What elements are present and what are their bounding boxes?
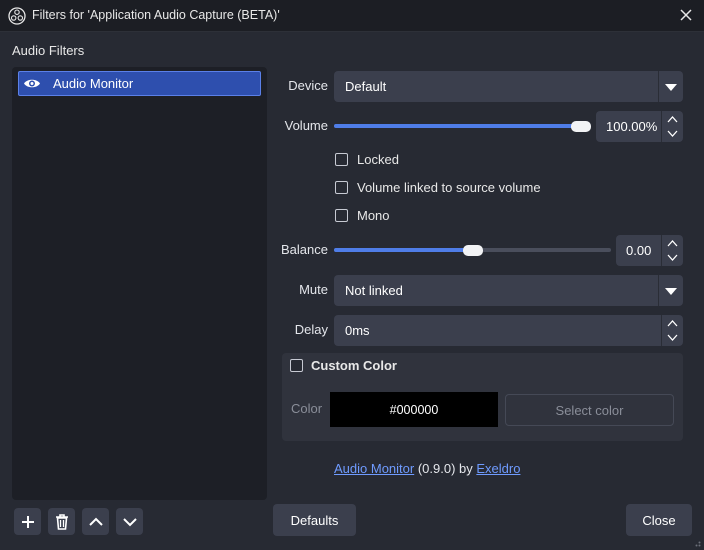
spin-down-icon[interactable]: [667, 334, 678, 341]
balance-label: Balance: [281, 242, 328, 257]
spin-controls: [661, 315, 683, 346]
checkbox-box[interactable]: [290, 359, 303, 372]
slider-fill: [334, 248, 473, 252]
dropdown-separator: [658, 71, 659, 102]
delay-spinbox[interactable]: 0ms: [334, 315, 683, 346]
move-down-button[interactable]: [116, 508, 143, 535]
balance-spinbox[interactable]: 0.00: [616, 235, 683, 266]
slider-handle[interactable]: [463, 245, 483, 256]
locked-label: Locked: [357, 152, 399, 167]
close-button[interactable]: Close: [626, 504, 692, 536]
spin-down-icon[interactable]: [667, 254, 678, 261]
dropdown-separator: [658, 275, 659, 306]
balance-slider[interactable]: [334, 240, 611, 260]
spin-up-icon[interactable]: [667, 240, 678, 247]
slider-fill: [334, 124, 581, 128]
custom-color-label: Custom Color: [311, 358, 397, 373]
device-value: Default: [345, 79, 387, 94]
move-up-button[interactable]: [82, 508, 109, 535]
checkbox-box[interactable]: [335, 181, 348, 194]
locked-checkbox[interactable]: Locked: [335, 152, 535, 170]
mute-dropdown[interactable]: Not linked: [334, 275, 683, 306]
custom-color-group: Custom Color Color #000000 Select color: [282, 353, 683, 441]
checkbox-box[interactable]: [335, 209, 348, 222]
delay-value[interactable]: 0ms: [345, 323, 370, 338]
plugin-link[interactable]: Audio Monitor: [334, 461, 414, 476]
window-title: Filters for 'Application Audio Capture (…: [32, 8, 280, 22]
volume-label: Volume: [284, 118, 328, 133]
plugin-version: (0.9.0) by: [414, 461, 477, 476]
plugin-credit: Audio Monitor (0.9.0) by Exeldro: [334, 461, 520, 476]
title-bar: Filters for 'Application Audio Capture (…: [0, 0, 704, 32]
add-filter-button[interactable]: [14, 508, 41, 535]
trash-icon: [55, 514, 68, 530]
balance-value[interactable]: 0.00: [626, 243, 651, 258]
delay-label: Delay: [294, 322, 328, 337]
checkbox-box[interactable]: [335, 153, 348, 166]
device-dropdown[interactable]: Default: [334, 71, 683, 102]
filter-list[interactable]: Audio Monitor: [12, 67, 267, 500]
spin-up-icon[interactable]: [667, 320, 678, 327]
chevron-down-icon: [122, 517, 137, 526]
plus-icon: [21, 515, 34, 528]
mute-label: Mute: [299, 282, 328, 297]
custom-color-checkbox[interactable]: Custom Color: [290, 358, 430, 376]
spin-down-icon[interactable]: [667, 130, 678, 137]
spin-controls: [661, 111, 683, 142]
mono-label: Mono: [357, 208, 390, 223]
spin-up-icon[interactable]: [667, 116, 678, 123]
spin-controls: [661, 235, 683, 266]
volume-slider[interactable]: [334, 116, 591, 136]
slider-handle[interactable]: [571, 121, 591, 132]
volume-linked-label: Volume linked to source volume: [357, 180, 541, 195]
color-label: Color: [291, 401, 323, 416]
remove-filter-button[interactable]: [48, 508, 75, 535]
color-swatch: #000000: [330, 392, 498, 427]
filter-item-label: Audio Monitor: [53, 76, 134, 91]
chevron-up-icon: [88, 517, 103, 526]
dropdown-arrow-icon: [665, 84, 677, 91]
mute-value: Not linked: [345, 283, 403, 298]
eye-icon[interactable]: [23, 76, 41, 91]
volume-linked-checkbox[interactable]: Volume linked to source volume: [335, 180, 565, 198]
device-label: Device: [288, 78, 328, 93]
close-icon[interactable]: [678, 7, 694, 23]
author-link[interactable]: Exeldro: [476, 461, 520, 476]
filter-item-audio-monitor[interactable]: Audio Monitor: [18, 71, 261, 96]
select-color-button[interactable]: Select color: [505, 394, 674, 426]
dropdown-arrow-icon: [665, 288, 677, 295]
defaults-button[interactable]: Defaults: [273, 504, 356, 536]
mono-checkbox[interactable]: Mono: [335, 208, 535, 226]
volume-spinbox[interactable]: 100.00%: [596, 111, 683, 142]
color-value: #000000: [389, 402, 439, 417]
volume-value[interactable]: 100.00%: [606, 119, 657, 134]
obs-logo-icon: [8, 7, 26, 25]
audio-filters-label: Audio Filters: [12, 43, 85, 58]
resize-grip-icon[interactable]: [693, 539, 701, 547]
